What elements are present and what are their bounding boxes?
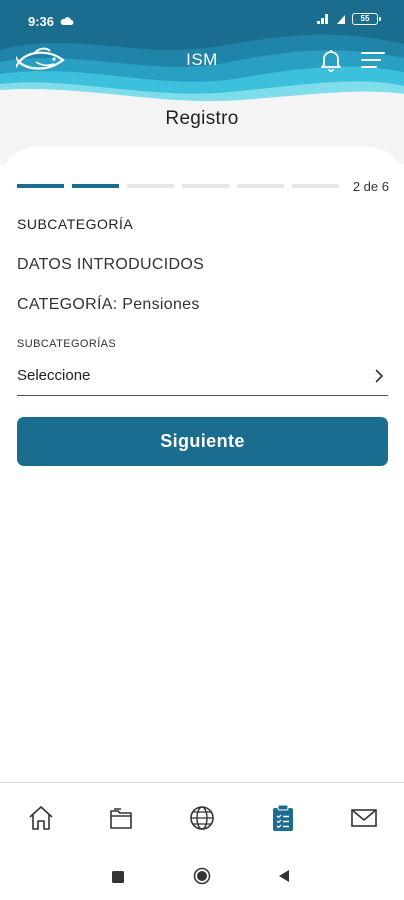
- signal-icon-2: [337, 15, 345, 24]
- step-2: [72, 184, 119, 188]
- back-icon[interactable]: [278, 869, 290, 888]
- recents-icon[interactable]: [112, 870, 124, 888]
- step-3: [127, 184, 174, 188]
- status-indicators: 55: [316, 13, 381, 25]
- app-header: 9:36 55 ISM: [0, 0, 404, 104]
- home-icon[interactable]: [24, 801, 58, 835]
- form-card: [0, 147, 404, 787]
- mail-icon[interactable]: [347, 801, 381, 835]
- globe-icon[interactable]: [185, 801, 219, 835]
- info-heading: DATOS INTRODUCIDOS: [17, 256, 205, 273]
- menu-icon[interactable]: [361, 51, 385, 74]
- step-1: [17, 184, 64, 188]
- page-title: Registro: [165, 108, 239, 129]
- step-counter: 2 de 6: [352, 179, 389, 194]
- folder-icon[interactable]: [104, 801, 138, 835]
- category-line: CATEGORÍA: Pensiones: [17, 296, 200, 313]
- bell-icon[interactable]: [320, 48, 342, 77]
- subcategory-value: Seleccione: [17, 367, 91, 384]
- cloud-icon: [60, 14, 74, 29]
- section-heading: SUBCATEGORÍA: [17, 216, 134, 232]
- app-title: ISM: [186, 50, 218, 69]
- next-button[interactable]: Siguiente: [17, 417, 388, 466]
- step-5: [237, 184, 284, 188]
- system-nav-bar: [0, 853, 404, 900]
- subcategory-label: SUBCATEGORÍAS: [17, 338, 117, 350]
- step-6: [292, 184, 339, 188]
- status-time: 9:36: [28, 14, 55, 29]
- clipboard-icon[interactable]: [266, 801, 300, 835]
- bottom-nav: [0, 782, 404, 853]
- battery-icon: 55: [352, 13, 381, 25]
- step-4: [182, 184, 229, 188]
- subcategory-select[interactable]: Seleccione: [17, 358, 388, 396]
- home-button-icon[interactable]: [193, 867, 211, 890]
- chevron-right-icon: [374, 368, 384, 389]
- signal-icon: [317, 14, 328, 24]
- step-progress: [17, 184, 339, 188]
- status-bar: 9:36 55: [0, 0, 404, 36]
